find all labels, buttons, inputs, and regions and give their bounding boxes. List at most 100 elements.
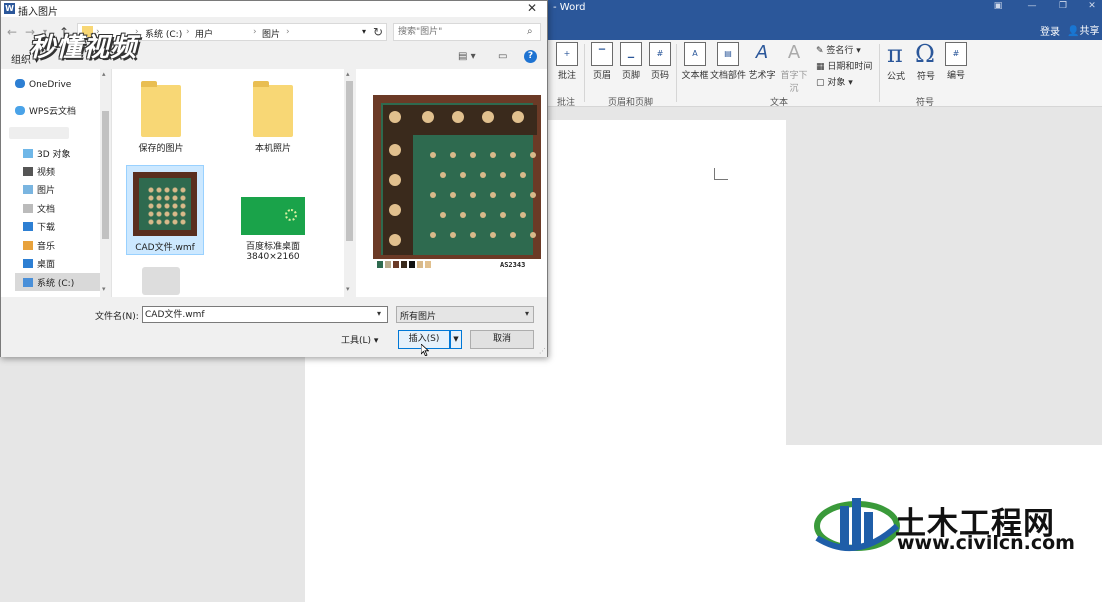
dropcap-icon: A [787,42,801,63]
dialog-close-button[interactable]: ✕ [527,1,537,15]
breadcrumb-separator: › [253,27,257,37]
file-name: 百度标准桌面 [245,242,300,252]
number-icon: # [945,42,967,66]
group-symbols-label: 符号 [916,98,935,108]
dropcap-button[interactable]: A 首字下沉 [777,42,811,94]
object-button[interactable]: ▢ 对象 ▾ [816,75,853,88]
file-dimensions: 3840×2160 [246,252,300,262]
wordart-icon: A [755,42,769,63]
nav-system-drive[interactable]: 系统 (C:) [15,273,113,291]
image-thumbnail [133,172,197,236]
file-cad-wmf[interactable]: CAD文件.wmf [126,165,204,255]
filename-input[interactable]: CAD文件.wmf [142,306,388,323]
refresh-icon[interactable]: ↻ [373,25,383,39]
search-icon[interactable]: ⌕ [527,26,533,37]
dialog-titlebar: W 插入图片 ✕ [1,1,547,18]
file-blurred-item[interactable] [142,267,180,295]
back-arrow-icon[interactable]: ← [7,25,17,39]
preview-pane: AS2343 [356,69,547,297]
scroll-up-icon[interactable]: ▴ [102,70,106,78]
page-number-icon: # [649,42,671,66]
filetype-dropdown-icon[interactable]: ▾ [525,309,529,318]
number-button[interactable]: # 编号 [939,42,973,81]
resize-grip-icon[interactable]: ⋰ [539,347,546,355]
scroll-up-icon[interactable]: ▴ [346,70,350,78]
symbol-label[interactable]: 符号 [917,69,935,82]
ribbon-display-icon[interactable]: ▣ [990,1,1006,15]
mouse-pointer-icon [421,344,429,356]
video-watermark-logo: 秒懂视频 [29,33,138,63]
file-name: 保存的图片 [138,144,184,154]
page-number-button[interactable]: # 页码 [643,42,677,81]
filename-label: 文件名(N): [95,312,139,322]
search-box[interactable]: ⌕ [393,23,541,41]
tools-button[interactable]: 工具(L) ▾ [341,333,378,346]
address-dropdown-icon[interactable]: ▾ [362,27,366,36]
minimize-button[interactable]: — [1024,1,1040,15]
video-icon [23,167,33,176]
nav-wps-cloud[interactable]: WPS云文档 [15,104,113,122]
preview-caption: AS2343 [500,261,526,269]
divider [879,44,880,102]
filetype-select[interactable]: 所有图片 [396,306,534,323]
insert-picture-dialog: W 插入图片 ✕ ← → ▾ ↑ › › 系统 (C:) › 用户 › 图片 ›… [0,0,548,357]
symbol-icon[interactable]: Ω [915,40,935,68]
breadcrumb-drive[interactable]: 系统 (C:) [145,27,182,40]
word-icon: W [4,3,15,14]
header-icon: ▔ [591,42,613,66]
comment-button[interactable]: + 批注 [550,42,584,81]
share-label: 共享 [1079,26,1100,37]
search-input[interactable] [398,26,518,38]
equation-label[interactable]: 公式 [887,69,905,82]
filename-dropdown-icon[interactable]: ▾ [377,309,381,318]
margin-corner-mark [714,168,728,180]
scroll-down-icon[interactable]: ▾ [346,285,350,293]
group-comment-label: 批注 [557,98,576,108]
drive-icon [23,278,33,287]
file-baidu-wallpaper[interactable]: 百度标准桌面 3840×2160 [234,187,312,262]
date-time-button[interactable]: ▦ 日期和时间 [816,59,872,72]
equation-icon[interactable]: π [887,40,903,68]
restore-button[interactable]: ❐ [1055,1,1071,15]
download-icon [23,222,33,231]
view-options-icon[interactable]: ▤ ▾ [458,51,476,62]
pattern [285,209,297,221]
breadcrumb-separator: › [286,27,290,37]
signature-line-button[interactable]: ✎ 签名行 ▾ [816,43,861,56]
preview-pane-icon[interactable]: ▭ [498,51,507,62]
nav-scroll-thumb[interactable] [102,111,109,239]
files-scroll-thumb[interactable] [346,81,353,241]
help-icon[interactable]: ? [524,50,537,63]
signin-link[interactable]: 登录 [1040,23,1060,38]
folder-icon [253,81,293,137]
breadcrumb-pictures[interactable]: 图片 [262,27,280,40]
dialog-title: 插入图片 [18,7,58,18]
group-text-label: 文本 [770,98,789,108]
comment-icon: + [556,42,578,66]
navigation-pane: OneDrive WPS云文档 3D 对象 视频 图片 文档 下载 音乐 桌面 … [1,69,113,297]
footer-icon: ▁ [620,42,642,66]
breadcrumb-users[interactable]: 用户 [195,27,213,40]
cube-icon [23,149,33,158]
cancel-button[interactable]: 取消 [470,330,534,349]
insert-dropdown-icon[interactable]: ▼ [450,330,462,349]
window-title: - Word [553,2,586,13]
divider [676,44,677,102]
file-camera-roll[interactable]: 本机照片 [234,75,312,154]
textbox-button[interactable]: A 文本框 [678,42,712,81]
image-thumbnail [241,197,305,235]
nav-onedrive[interactable]: OneDrive [15,79,113,97]
scroll-down-icon[interactable]: ▾ [102,285,106,293]
close-button[interactable]: ✕ [1084,1,1100,15]
nav-blurred-item[interactable] [9,127,69,139]
breadcrumb-separator: › [186,27,190,37]
files-scrollbar[interactable]: ▴ ▾ [344,69,355,297]
wordart-button[interactable]: A 艺术字 [745,42,779,81]
quick-parts-button[interactable]: ▤ 文档部件 [710,42,746,81]
file-list: 保存的图片 本机照片 CAD文件.wmf 百度标准桌面 3840×2160 [111,69,355,297]
nav-scrollbar[interactable]: ▴ ▾ [100,69,111,297]
share-button[interactable]: 👤共享 [1067,22,1099,37]
file-saved-pictures[interactable]: 保存的图片 [122,75,200,154]
preview-image [373,95,541,271]
cloud-icon [15,106,25,115]
